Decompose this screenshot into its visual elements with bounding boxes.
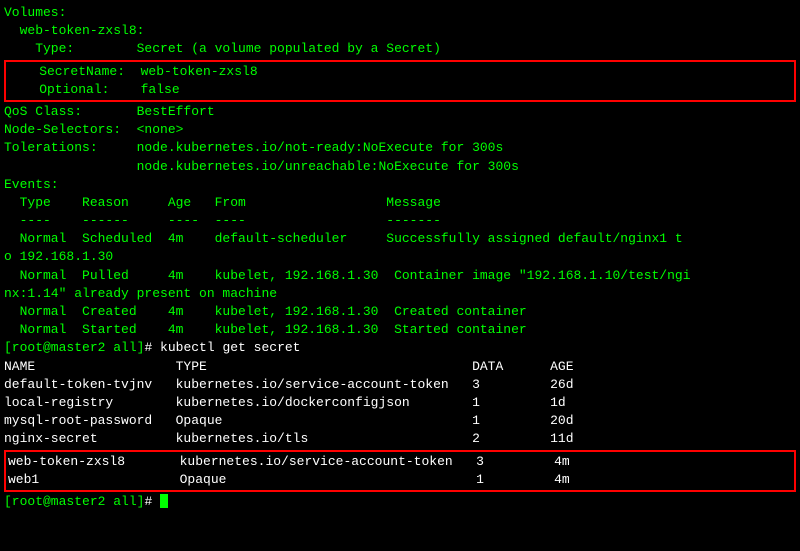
- table-row: web-token-zxsl8 kubernetes.io/service-ac…: [8, 453, 792, 471]
- optional-line: Optional: false: [8, 81, 792, 99]
- prompt-line-2[interactable]: [root@master2 all]#: [4, 493, 796, 511]
- qos-class: QoS Class: BestEffort: [4, 103, 796, 121]
- node-selectors: Node-Selectors: <none>: [4, 121, 796, 139]
- highlight-box-secrets: web-token-zxsl8 kubernetes.io/service-ac…: [4, 450, 796, 492]
- prompt-user-host: [root@master2 all]: [4, 494, 144, 509]
- volume-type: Type: Secret (a volume populated by a Se…: [4, 40, 796, 58]
- prompt-hash: #: [144, 340, 160, 355]
- events-dashes: ---- ------ ---- ---- -------: [4, 212, 796, 230]
- prompt-hash: #: [144, 494, 160, 509]
- table-row: default-token-tvjnv kubernetes.io/servic…: [4, 376, 796, 394]
- tolerations-1: Tolerations: node.kubernetes.io/not-read…: [4, 139, 796, 157]
- event-scheduled-a: Normal Scheduled 4m default-scheduler Su…: [4, 230, 796, 248]
- volumes-header: Volumes:: [4, 4, 796, 22]
- highlight-box-secret: SecretName: web-token-zxsl8 Optional: fa…: [4, 60, 796, 102]
- event-pulled-b: nx:1.14" already present on machine: [4, 285, 796, 303]
- prompt-user-host: [root@master2 all]: [4, 340, 144, 355]
- table-row: web1 Opaque 1 4m: [8, 471, 792, 489]
- events-header: Events:: [4, 176, 796, 194]
- secrets-header: NAME TYPE DATA AGE: [4, 358, 796, 376]
- command-get-secret: kubectl get secret: [160, 340, 300, 355]
- events-columns: Type Reason Age From Message: [4, 194, 796, 212]
- table-row: mysql-root-password Opaque 1 20d: [4, 412, 796, 430]
- cursor-block: [160, 494, 168, 508]
- table-row: nginx-secret kubernetes.io/tls 2 11d: [4, 430, 796, 448]
- event-scheduled-b: o 192.168.1.30: [4, 248, 796, 266]
- event-started: Normal Started 4m kubelet, 192.168.1.30 …: [4, 321, 796, 339]
- tolerations-2: node.kubernetes.io/unreachable:NoExecute…: [4, 158, 796, 176]
- secret-name-line: SecretName: web-token-zxsl8: [8, 63, 792, 81]
- volume-name: web-token-zxsl8:: [4, 22, 796, 40]
- prompt-line-1[interactable]: [root@master2 all]# kubectl get secret: [4, 339, 796, 357]
- table-row: local-registry kubernetes.io/dockerconfi…: [4, 394, 796, 412]
- event-pulled-a: Normal Pulled 4m kubelet, 192.168.1.30 C…: [4, 267, 796, 285]
- event-created: Normal Created 4m kubelet, 192.168.1.30 …: [4, 303, 796, 321]
